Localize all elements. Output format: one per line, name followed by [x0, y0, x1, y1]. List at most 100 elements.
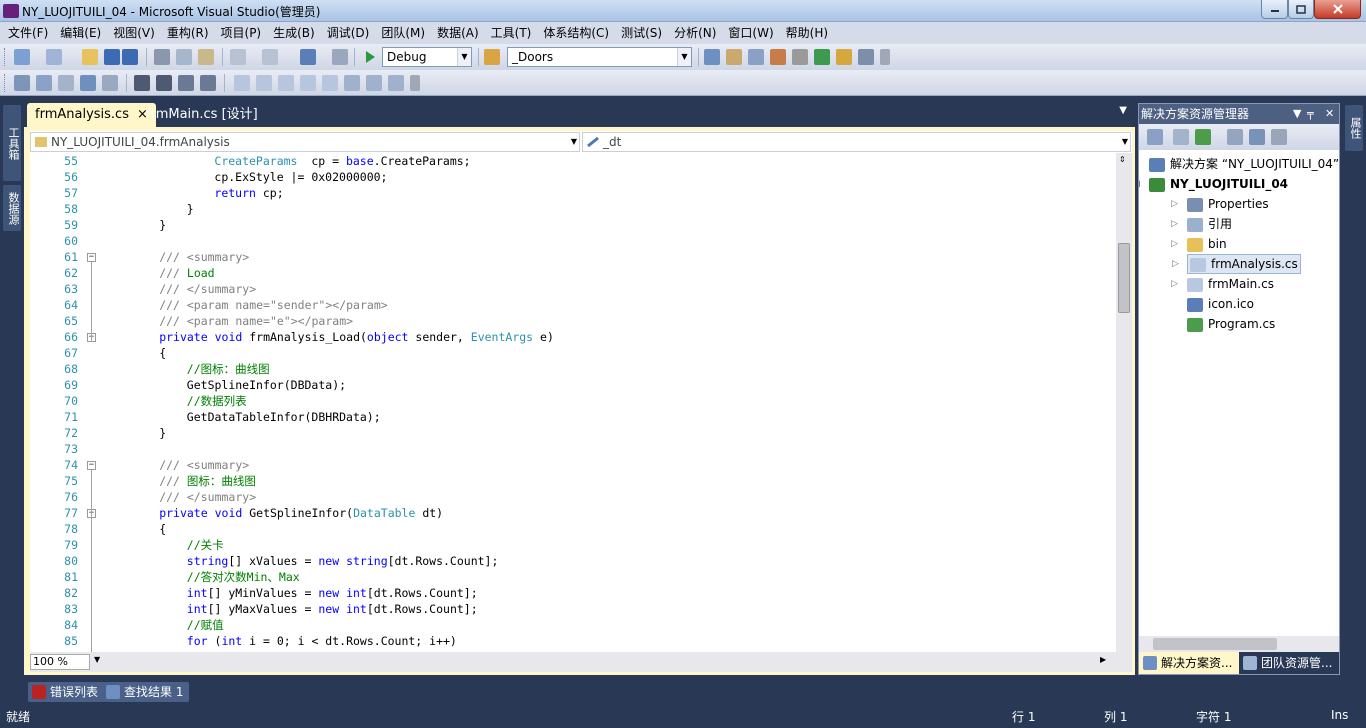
refresh-icon[interactable]	[1195, 129, 1211, 145]
collapsed-arrow-icon[interactable]: ▷	[1171, 214, 1178, 234]
editor-vertical-scrollbar[interactable]: ⇕	[1116, 153, 1132, 652]
uncomment-lines-icon[interactable]	[200, 75, 216, 91]
toggle-bookmark-icon[interactable]	[234, 75, 250, 91]
tab-frmanalysis[interactable]: frmAnalysis.cs ×	[27, 103, 156, 127]
menu-item[interactable]: 生成(B)	[267, 22, 321, 44]
find-in-files-icon[interactable]	[484, 49, 500, 65]
tree-item[interactable]: Program.cs	[1187, 314, 1275, 334]
menu-item[interactable]: 文件(F)	[2, 22, 54, 44]
toolbar-options-icon[interactable]	[880, 49, 890, 65]
start-debugging-icon[interactable]	[362, 49, 378, 65]
next-bookmark-in-folder-icon[interactable]	[322, 75, 338, 91]
expanded-arrow-icon[interactable]: ◢	[1139, 174, 1140, 194]
scrollbar-thumb[interactable]	[1153, 638, 1277, 650]
pin-icon[interactable]: ╤	[1307, 104, 1314, 124]
toolbox-tab[interactable]: 工具箱	[3, 105, 21, 181]
tab-team-explorer[interactable]: 团队资源管...	[1239, 652, 1339, 674]
save-icon[interactable]	[104, 49, 120, 65]
code-editor[interactable]: 55 CreateParams cp = base.CreateParams; 56…	[30, 153, 1116, 652]
menu-item[interactable]: 体系结构(C)	[537, 22, 615, 44]
collapsed-arrow-icon[interactable]: ▷	[1171, 234, 1178, 254]
tab-find-results[interactable]: 查找结果 1	[102, 682, 190, 702]
active-files-dropdown-icon[interactable]: ▼	[1119, 105, 1127, 116]
tree-item[interactable]: ▷ 引用	[1171, 214, 1232, 234]
scrollbar-thumb[interactable]	[1118, 243, 1130, 313]
collapsed-arrow-icon[interactable]: ▷	[1171, 194, 1178, 214]
menu-item[interactable]: 团队(M)	[375, 22, 431, 44]
collapsed-arrow-icon[interactable]: ▷	[1172, 255, 1179, 273]
undo-icon[interactable]	[230, 49, 246, 65]
start-page-icon[interactable]	[814, 49, 830, 65]
toggle-completion-icon[interactable]	[102, 75, 118, 91]
parameter-info-icon[interactable]	[36, 75, 52, 91]
copy-icon[interactable]	[176, 49, 192, 65]
tree-item[interactable]: ◢ NY_LUOJITUILI_04	[1139, 174, 1288, 194]
comment-lines-icon[interactable]	[178, 75, 194, 91]
scroll-right-icon[interactable]: ▶	[1100, 655, 1106, 664]
object-browser-icon[interactable]	[748, 49, 764, 65]
menu-item[interactable]: 工具(T)	[485, 22, 538, 44]
save-all-icon[interactable]	[122, 49, 138, 65]
properties-window-icon[interactable]	[726, 49, 742, 65]
menu-item[interactable]: 分析(N)	[668, 22, 722, 44]
datasource-tab[interactable]: 数据源	[3, 185, 21, 231]
open-file-icon[interactable]	[82, 49, 98, 65]
redo-icon[interactable]	[262, 49, 278, 65]
previous-bookmark-icon[interactable]	[256, 75, 272, 91]
view-designer-icon[interactable]	[1249, 129, 1265, 145]
tree-item[interactable]: icon.ico	[1187, 294, 1254, 314]
menu-item[interactable]: 帮助(H)	[780, 22, 834, 44]
tools-icon[interactable]	[792, 49, 808, 65]
minimize-button[interactable]	[1261, 0, 1288, 19]
tree-item[interactable]: ▷ frmAnalysis.cs	[1172, 254, 1301, 274]
solution-explorer-horizontal-scrollbar[interactable]	[1139, 636, 1339, 652]
solution-configuration-select[interactable]: Debug ▼	[382, 47, 472, 67]
add-item-icon[interactable]	[46, 49, 62, 65]
previous-bookmark-in-document-icon[interactable]	[344, 75, 360, 91]
previous-bookmark-in-folder-icon[interactable]	[300, 75, 316, 91]
toolbar-grip[interactable]	[4, 74, 7, 92]
splitter-icon[interactable]: ⇕	[1119, 155, 1126, 164]
maximize-button[interactable]	[1288, 0, 1314, 19]
next-bookmark-in-document-icon[interactable]	[366, 75, 382, 91]
tab-solution-explorer[interactable]: 解决方案资...	[1139, 652, 1239, 674]
next-bookmark-icon[interactable]	[278, 75, 294, 91]
quick-info-icon[interactable]	[58, 75, 74, 91]
show-all-files-icon[interactable]	[1173, 129, 1189, 145]
menu-item[interactable]: 编辑(E)	[54, 22, 107, 44]
tree-item[interactable]: ▷ Properties	[1171, 194, 1269, 214]
display-object-member-list-icon[interactable]	[14, 75, 30, 91]
close-window-button[interactable]	[1314, 0, 1361, 19]
properties-icon[interactable]	[1147, 129, 1163, 145]
clear-bookmarks-icon[interactable]	[388, 75, 404, 91]
members-combo[interactable]: _dt ▼	[582, 132, 1131, 152]
collapsed-arrow-icon[interactable]: ▷	[1171, 274, 1178, 294]
tree-item[interactable]: ▷ frmMain.cs	[1171, 274, 1274, 294]
zoom-select[interactable]: 100 %	[30, 654, 90, 670]
solution-explorer-icon[interactable]	[704, 49, 720, 65]
extension-manager-icon[interactable]	[836, 49, 852, 65]
toolbox-icon[interactable]	[770, 49, 786, 65]
panel-dropdown-icon[interactable]: ▼	[1293, 104, 1301, 124]
types-combo[interactable]: NY_LUOJITUILI_04.frmAnalysis ▼	[30, 132, 580, 152]
menu-item[interactable]: 测试(S)	[615, 22, 668, 44]
chevron-down-icon[interactable]: ▼	[94, 655, 100, 664]
tree-item[interactable]: 解决方案 “NY_LUOJITUILI_04”	[1149, 154, 1339, 174]
command-window-icon[interactable]	[858, 49, 874, 65]
close-panel-icon[interactable]: ✕	[1325, 104, 1334, 124]
properties-tab[interactable]: 属性	[1345, 105, 1363, 151]
menu-item[interactable]: 窗口(W)	[722, 22, 779, 44]
toolbar-grip[interactable]	[4, 48, 7, 66]
menu-item[interactable]: 视图(V)	[107, 22, 161, 44]
toolbar-options-icon[interactable]	[410, 75, 420, 91]
view-code-icon[interactable]	[1227, 129, 1243, 145]
new-project-icon[interactable]	[14, 49, 30, 65]
view-class-diagram-icon[interactable]	[1271, 129, 1287, 145]
menu-item[interactable]: 项目(P)	[215, 22, 268, 44]
collapse-outline-icon[interactable]: −	[87, 253, 96, 262]
menu-item[interactable]: 重构(R)	[161, 22, 215, 44]
navigate-backward-icon[interactable]	[300, 49, 316, 65]
complete-word-icon[interactable]	[80, 75, 96, 91]
menu-item[interactable]: 数据(A)	[431, 22, 485, 44]
menu-item[interactable]: 调试(D)	[321, 22, 376, 44]
